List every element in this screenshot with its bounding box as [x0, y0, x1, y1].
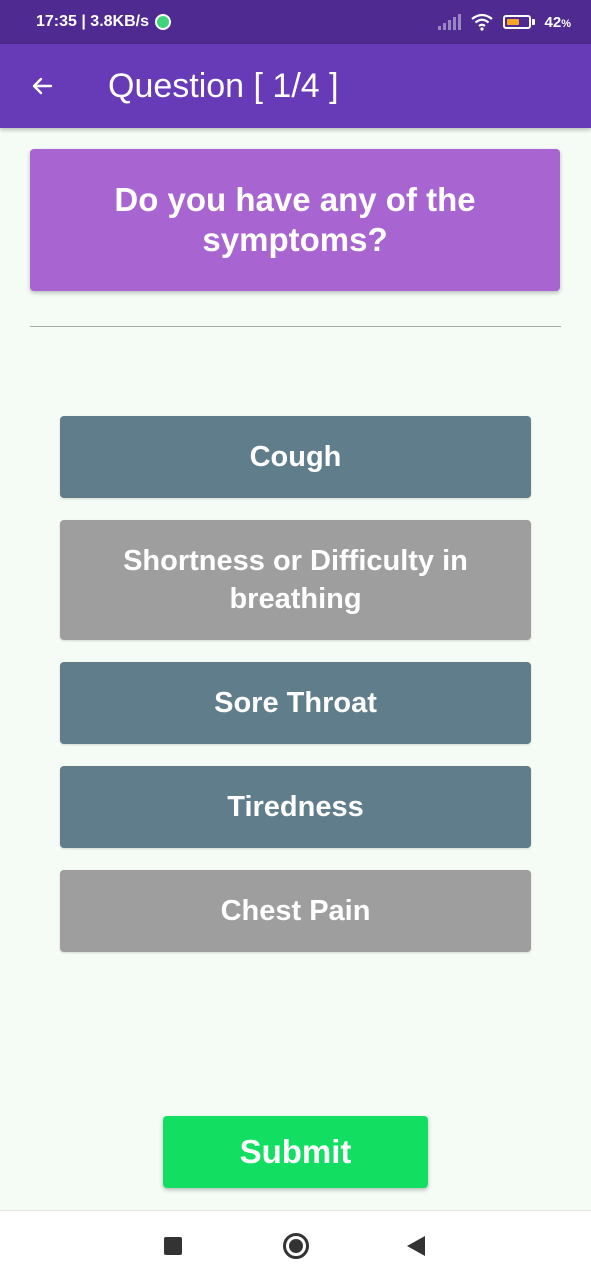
status-time-speed: 17:35 | 3.8KB/s — [36, 13, 149, 30]
signal-icon — [437, 14, 461, 30]
back-icon[interactable] — [407, 1236, 425, 1256]
option-tiredness[interactable]: Tiredness — [60, 766, 531, 848]
option-label: Chest Pain — [220, 895, 371, 927]
back-button[interactable] — [22, 66, 62, 106]
status-right: 42% — [437, 0, 571, 44]
arrow-left-icon — [32, 77, 53, 95]
whatsapp-icon — [154, 14, 171, 30]
option-cough[interactable]: Cough — [60, 416, 531, 498]
status-left: 17:35 | 3.8KB/s — [36, 0, 171, 44]
option-label: Cough — [249, 441, 342, 473]
wifi-icon — [470, 13, 493, 31]
option-shortness-of-breath[interactable]: Shortness or Difficulty in breathing — [60, 520, 531, 640]
option-chest-pain[interactable]: Chest Pain — [60, 870, 531, 952]
home-icon[interactable] — [283, 1233, 309, 1259]
question-card: Do you have any of the symptoms? — [30, 149, 560, 291]
question-text: Do you have any of the symptoms? — [114, 181, 476, 258]
divider — [30, 326, 561, 327]
battery-icon — [502, 15, 535, 29]
option-label: Tiredness — [227, 791, 364, 823]
option-label: Shortness or Difficulty in breathing — [123, 545, 468, 615]
recents-icon[interactable] — [164, 1237, 182, 1255]
submit-button[interactable]: Submit — [163, 1116, 428, 1188]
battery-percent: 42% — [544, 13, 571, 31]
nav-bar — [0, 1210, 591, 1281]
page-title: Question [ 1/4 ] — [108, 67, 339, 105]
option-sore-throat[interactable]: Sore Throat — [60, 662, 531, 744]
status-bar: 17:35 | 3.8KB/s 42% — [0, 0, 591, 44]
option-label: Sore Throat — [214, 687, 377, 719]
app-bar: Question [ 1/4 ] — [0, 44, 591, 128]
